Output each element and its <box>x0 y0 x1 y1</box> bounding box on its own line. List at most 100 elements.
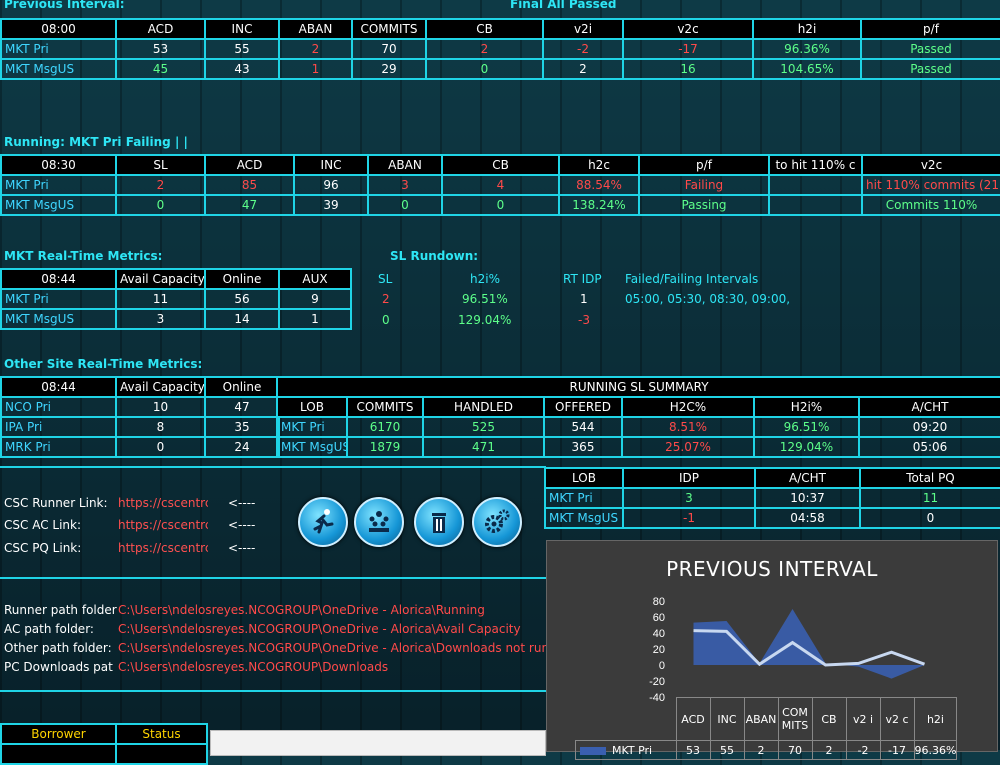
table-cell: 3 <box>115 308 206 330</box>
pq-link-arrow: <---- <box>228 541 256 555</box>
runner-link[interactable]: https://cscentrc <box>118 496 208 510</box>
table-cell: Passed <box>860 38 1000 60</box>
legend-swatch <box>580 746 606 755</box>
x-category-label: h2i <box>913 697 958 741</box>
row-label: NCO Pri <box>0 396 117 418</box>
run-header: 08:30 <box>0 154 117 176</box>
rt-header: Online <box>204 268 280 290</box>
table-cell: 129.04% <box>753 436 860 458</box>
rundown-sl: 0 <box>382 313 390 327</box>
runner-path-value[interactable]: C:\Users\ndelosreyes.NCOGROUP\OneDrive -… <box>118 603 485 617</box>
table-cell: 1 <box>278 58 353 80</box>
other-path-label: Other path folder: <box>4 641 112 655</box>
table-cell: 11 <box>115 288 206 310</box>
x-category-label-line: CB <box>821 712 837 726</box>
runner-icon <box>313 509 334 534</box>
x-category-label: ABAN <box>743 697 779 741</box>
idp-table: LOB IDP A/CHT Total PQ MKT Pri 3 10:37 11 MKT Ms… <box>544 467 1000 529</box>
rundown-sl: 2 <box>382 292 390 306</box>
table-cell: 16 <box>622 58 754 80</box>
row-label: IPA Pri <box>0 416 117 438</box>
run-header: p/f <box>638 154 770 176</box>
row-label: MKT MsgUS <box>544 507 624 529</box>
team-button[interactable] <box>354 497 404 547</box>
ac-path-value[interactable]: C:\Users\ndelosreyes.NCOGROUP\OneDrive -… <box>118 622 521 636</box>
sl-summary-table: RUNNING SL SUMMARY LOB COMMITS HANDLED OFFER… <box>275 376 1000 458</box>
x-category-label-line: MITS <box>781 719 809 732</box>
settings-button[interactable] <box>472 497 522 547</box>
delete-button[interactable] <box>414 497 464 547</box>
table-cell: 70 <box>351 38 427 60</box>
downloads-path-value[interactable]: C:\Users\ndelosreyes.NCOGROUP\Downloads <box>118 660 388 674</box>
x-category-label: v2 i <box>845 697 881 741</box>
runner-link-arrow: <---- <box>228 496 256 510</box>
table-cell: 47 <box>204 396 280 418</box>
rundown-h2i: 129.04% <box>458 313 512 327</box>
data-label: 53 <box>675 740 711 760</box>
table-row: IPA Pri 8 35 <box>0 416 280 438</box>
prev-header: ACD <box>115 18 206 40</box>
table-cell: 05:06 <box>857 436 1000 458</box>
idp-header: A/CHT <box>754 467 861 489</box>
running-title: Running: MKT Pri Failing | | <box>4 135 188 149</box>
x-category-label-line: ACD <box>681 712 705 726</box>
x-category-label-line: COM <box>782 706 808 719</box>
table-cell: 29 <box>351 58 427 80</box>
run-header: ABAN <box>367 154 443 176</box>
table-row: MKT Pri 53 55 2 70 2 -2 -17 96.36% Passed <box>0 38 1000 60</box>
table-cell: Commits 110% <box>861 194 1000 216</box>
table-cell: 10 <box>115 396 206 418</box>
data-label: -2 <box>845 740 881 760</box>
table-cell: 14 <box>204 308 280 330</box>
other-title: Other Site Real-Time Metrics: <box>4 357 203 371</box>
prev-header: v2i <box>542 18 624 40</box>
prev-header: h2i <box>752 18 862 40</box>
row-label: MKT Pri <box>544 487 624 509</box>
ac-link-label: CSC AC Link: <box>4 518 81 532</box>
run-header: to hit 110% c <box>768 154 863 176</box>
table-cell: 0 <box>425 58 544 80</box>
table-cell: 45 <box>115 58 206 80</box>
data-label: 70 <box>777 740 813 760</box>
run-button[interactable] <box>298 497 348 547</box>
row-label: MKT MsgUS <box>0 308 117 330</box>
table-row: MKT Pri 11 56 9 <box>0 288 352 310</box>
runner-link-label: CSC Runner Link: <box>4 496 108 510</box>
prev-interval-status: Final All Passed <box>510 0 617 11</box>
rundown-idp: -3 <box>578 313 590 327</box>
y-tick-label: 40 <box>653 628 665 640</box>
run-header: v2c <box>861 154 1000 176</box>
table-cell: 6170 <box>346 416 424 438</box>
ac-link[interactable]: https://cscentrc <box>118 518 208 532</box>
other-path-value[interactable]: C:\Users\ndelosreyes.NCOGROUP\OneDrive -… <box>118 641 546 655</box>
runner-path-label: Runner path folder <box>4 603 117 617</box>
rundown-h-intervals: Failed/Failing Intervals <box>625 272 759 286</box>
sum-header: H2C% <box>621 396 755 418</box>
table-cell: -17 <box>622 38 754 60</box>
legend-label: MKT Pri <box>612 743 653 757</box>
table-row: MKT MsgUS -1 04:58 0 <box>544 507 1000 529</box>
table-row: MKT Pri 3 10:37 11 <box>544 487 1000 509</box>
row-label: MKT Pri <box>0 38 117 60</box>
pq-link[interactable]: https://cscentrc <box>118 541 208 555</box>
idp-header: IDP <box>622 467 756 489</box>
table-row: NCO Pri 10 47 <box>0 396 280 418</box>
table-row: MKT MsgUS 45 43 1 29 0 2 16 104.65% Passed <box>0 58 1000 80</box>
table-cell: 25.07% <box>621 436 755 458</box>
x-category-label: ACD <box>675 697 711 741</box>
rundown-idp: 1 <box>580 292 588 306</box>
sum-header: LOB <box>276 396 348 418</box>
table-cell: 10:37 <box>754 487 861 509</box>
borrower-input[interactable] <box>210 730 546 756</box>
table-cell: 9 <box>278 288 352 310</box>
rt-title: MKT Real-Time Metrics: <box>4 249 163 263</box>
prev-header: 08:00 <box>0 18 117 40</box>
series-area <box>693 609 925 679</box>
table-row: MKT Pri 2 85 96 3 4 88.54% Failing hit 110% comm… <box>0 174 1000 196</box>
table-cell: 3 <box>622 487 756 509</box>
data-label: 2 <box>811 740 847 760</box>
prev-header: COMMITS <box>351 18 427 40</box>
table-cell: 1 <box>278 308 352 330</box>
borrower-table: Borrower Status <box>0 723 208 765</box>
table-cell: 1879 <box>346 436 424 458</box>
